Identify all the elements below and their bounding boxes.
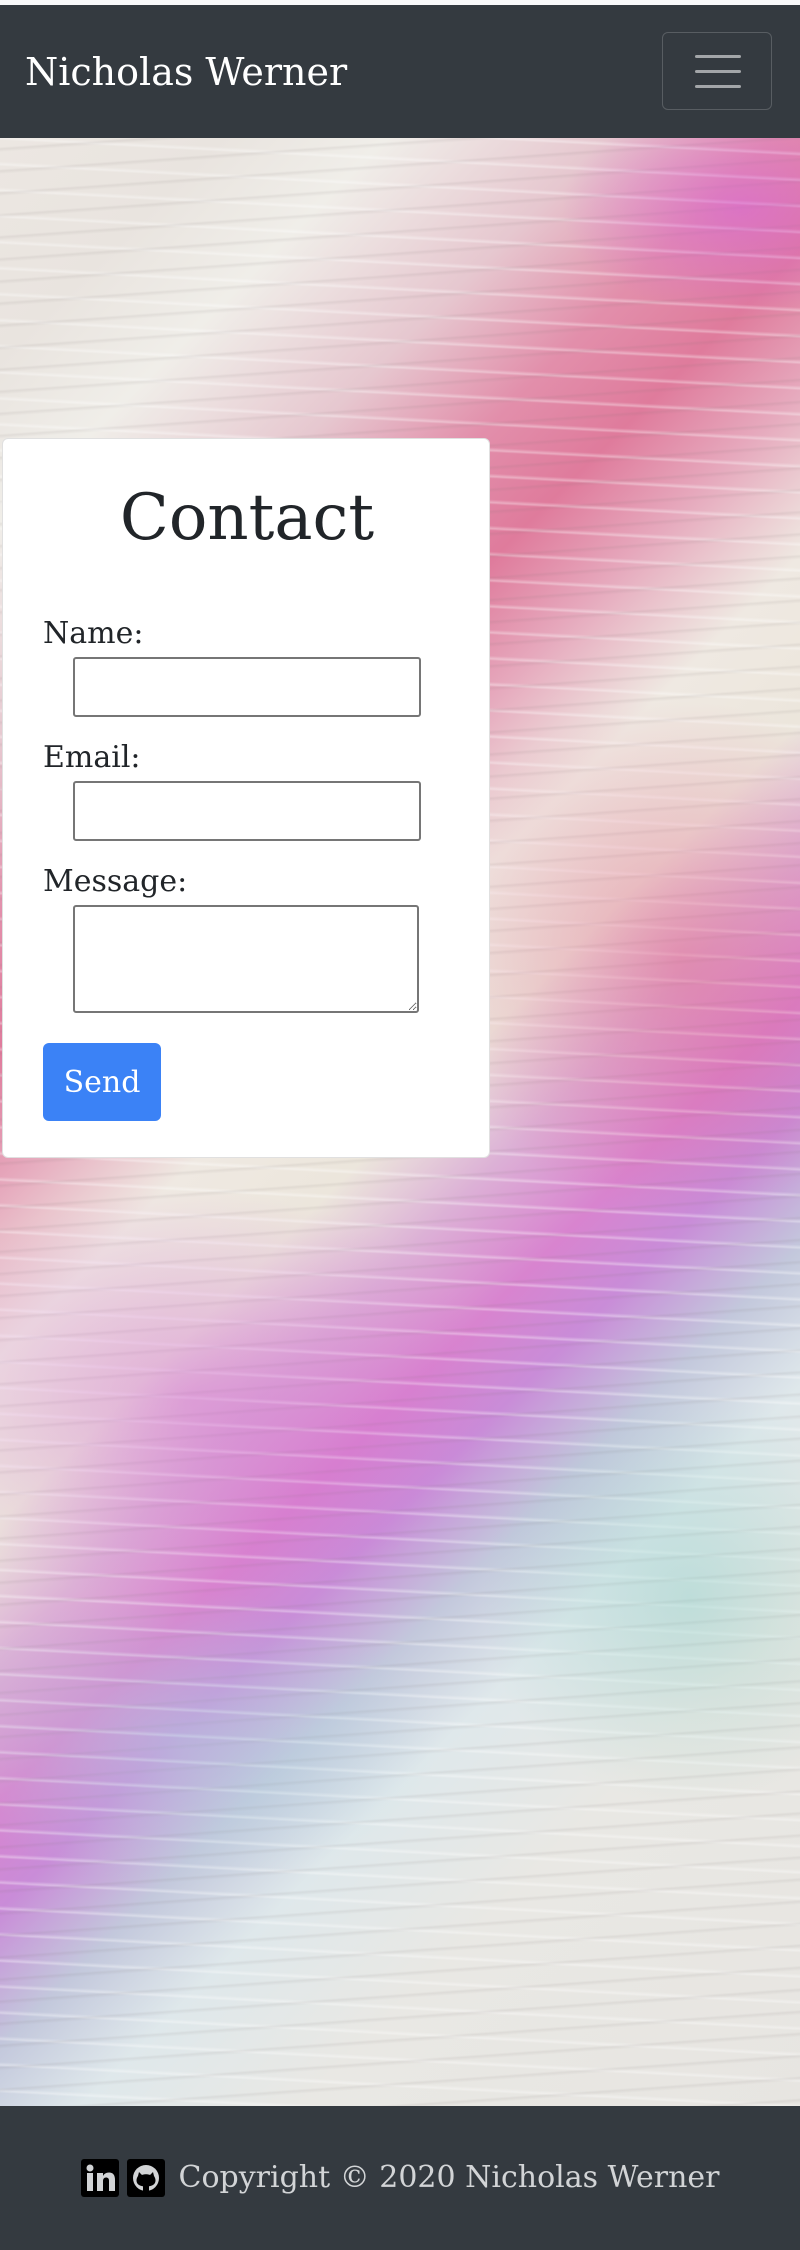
send-button[interactable]: Send [43,1043,161,1121]
hamburger-menu-icon [695,55,741,58]
contact-form-card: Contact Name: Email: Message: Send [2,438,490,1158]
email-input[interactable] [73,781,421,841]
page-title: Contact [119,481,375,555]
github-icon[interactable] [126,2159,165,2197]
hamburger-menu-icon-bar [695,85,741,88]
background-texture [0,1188,500,1608]
hamburger-menu-icon-bar [695,70,741,73]
navbar: Nicholas Werner [0,5,800,138]
message-label: Message: [43,864,188,899]
footer: Copyright © 2020 Nicholas Werner [0,2106,800,2250]
message-textarea[interactable] [73,905,419,1013]
background-texture [0,1588,440,1888]
background-hero: Contact Name: Email: Message: Send [0,138,800,2106]
footer-content: Copyright © 2020 Nicholas Werner [0,2158,800,2198]
background-texture [480,1388,800,1808]
copyright-text: Copyright © 2020 Nicholas Werner [178,2160,720,2195]
name-label: Name: [43,616,144,651]
menu-toggle-button[interactable] [662,32,772,110]
name-input[interactable] [73,657,421,717]
background-texture [560,138,800,318]
brand-name[interactable]: Nicholas Werner [25,47,347,97]
linkedin-icon[interactable] [80,2159,119,2197]
email-label: Email: [43,740,141,775]
